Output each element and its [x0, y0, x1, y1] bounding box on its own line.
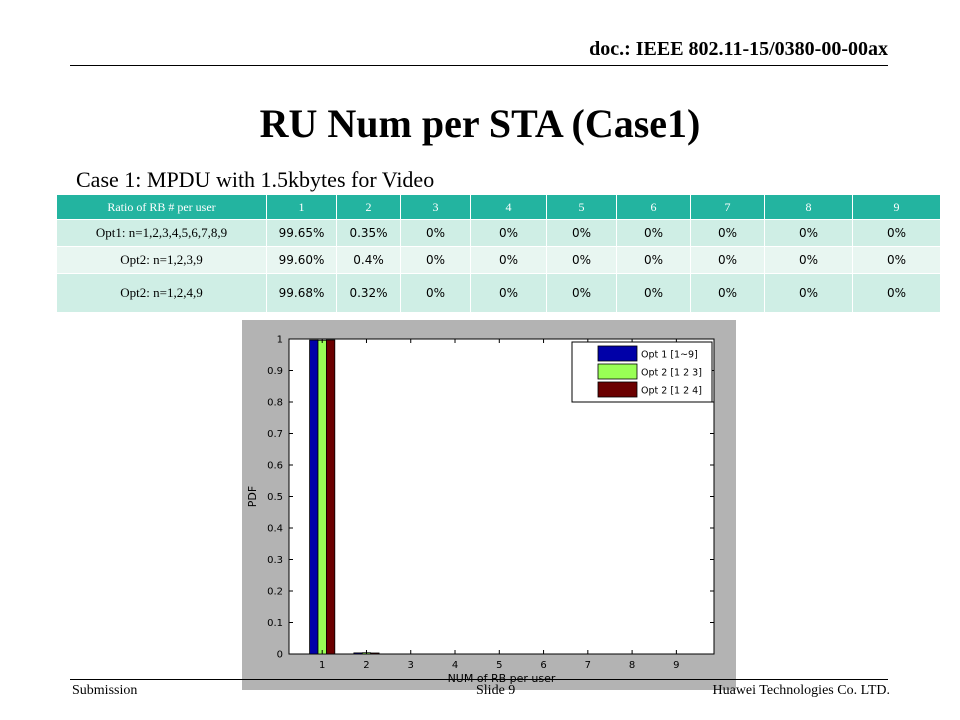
table-header-cell: 8: [764, 194, 853, 220]
bar: [317, 339, 327, 655]
table-cell: 0%: [400, 273, 471, 313]
bar: [353, 652, 363, 655]
bar: [370, 652, 380, 655]
x-tick-label: 1: [319, 660, 325, 671]
table-row-label: Opt2: n=1,2,4,9: [56, 273, 267, 313]
legend-label: Opt 2 [1 2 3]: [641, 368, 702, 379]
table-row: Opt2: n=1,2,4,9 99.68% 0.32% 0% 0% 0% 0%…: [56, 273, 941, 313]
header-divider: [70, 65, 888, 66]
legend-swatch: [597, 345, 638, 362]
y-tick-label: 0.4: [267, 524, 283, 535]
y-tick-label: 0.8: [267, 398, 283, 409]
table-cell: 0%: [546, 273, 617, 313]
table-cell: 0%: [852, 273, 941, 313]
table-cell: 0%: [852, 219, 941, 247]
footer-company: Huawei Technologies Co. LTD.: [712, 683, 891, 698]
table-cell: 0%: [764, 219, 853, 247]
table-header-cell: Ratio of RB # per user: [56, 194, 267, 220]
legend-label: Opt 1 [1~9]: [641, 350, 698, 361]
table-cell: 0.32%: [336, 273, 401, 313]
x-tick-label: 2: [363, 660, 369, 671]
table-row-label: Opt2: n=1,2,3,9: [56, 246, 267, 274]
table-cell: 0%: [616, 219, 691, 247]
table-cell: 99.65%: [266, 219, 337, 247]
x-tick-label: 8: [629, 660, 635, 671]
pdf-bar-chart: 00.10.20.30.40.50.60.70.80.911 2 3 4 5 6 7 8 9NU…: [242, 320, 736, 690]
table-cell: 99.60%: [266, 246, 337, 274]
table-header-row: Ratio of RB # per user 1 2 3 4 5 6 7 8 9: [56, 194, 941, 220]
footer-slide-number: Slide 9: [476, 683, 516, 698]
table-row: Opt1: n=1,2,3,4,5,6,7,8,9 99.65% 0.35% 0…: [56, 219, 941, 247]
table-cell: 0%: [546, 246, 617, 274]
table-cell: 0%: [400, 246, 471, 274]
table-row-label: Opt1: n=1,2,3,4,5,6,7,8,9: [56, 219, 267, 247]
slide-title: RU Num per STA (Case1): [259, 101, 701, 146]
table-cell: 0%: [764, 273, 853, 313]
table-cell: 0%: [690, 246, 765, 274]
x-tick-label: 3: [408, 660, 414, 671]
table-row: Opt2: n=1,2,3,9 99.60% 0.4% 0% 0% 0% 0% …: [56, 246, 941, 274]
table-cell: 0%: [690, 219, 765, 247]
table-cell: 0%: [764, 246, 853, 274]
table-cell: 0.35%: [336, 219, 401, 247]
footer-divider: [70, 679, 888, 680]
x-tick-label: 9: [673, 660, 679, 671]
bar: [309, 339, 319, 655]
bar: [326, 339, 336, 655]
y-tick-label: 0.1: [267, 618, 283, 629]
table-header-cell: 9: [852, 194, 941, 220]
legend-swatch: [597, 381, 638, 398]
legend-swatch: [597, 363, 638, 380]
table-cell: 0%: [616, 246, 691, 274]
x-tick-label: 7: [585, 660, 591, 671]
table-cell: 0%: [400, 219, 471, 247]
y-tick-label: 0.3: [267, 555, 283, 566]
table-header-cell: 5: [546, 194, 617, 220]
doc-id: doc.: IEEE 802.11-15/0380-00-00ax: [589, 38, 888, 60]
table-cell: 0%: [546, 219, 617, 247]
y-axis-label: PDF: [246, 486, 259, 507]
table-cell: 0%: [690, 273, 765, 313]
table-cell: 0%: [470, 273, 547, 313]
y-tick-label: 0.5: [267, 492, 283, 503]
table-header-cell: 7: [690, 194, 765, 220]
footer-submission: Submission: [72, 683, 138, 698]
legend-label: Opt 2 [1 2 4]: [641, 386, 702, 397]
x-tick-label: 4: [452, 660, 458, 671]
table-cell: 0%: [470, 219, 547, 247]
table-cell: 99.68%: [266, 273, 337, 313]
y-tick-label: 0.7: [267, 429, 283, 440]
table-header-cell: 6: [616, 194, 691, 220]
table-header-cell: 3: [400, 194, 471, 220]
x-tick-label: 5: [496, 660, 502, 671]
table-cell: 0%: [470, 246, 547, 274]
y-tick-label: 0.6: [267, 461, 283, 472]
y-tick-label: 0.9: [267, 366, 283, 377]
y-tick-label: 0.2: [267, 587, 283, 598]
table-cell: 0.4%: [336, 246, 401, 274]
x-tick-label: 6: [540, 660, 546, 671]
table-header-cell: 2: [336, 194, 401, 220]
table-cell: 0%: [616, 273, 691, 313]
ratio-table: Ratio of RB # per user 1 2 3 4 5 6 7 8 9…: [56, 194, 941, 313]
y-tick-label: 1: [277, 335, 283, 346]
slide-subtitle: Case 1: MPDU with 1.5kbytes for Video: [76, 167, 435, 192]
table-header-cell: 4: [470, 194, 547, 220]
table-header-cell: 1: [266, 194, 337, 220]
y-tick-label: 0: [277, 650, 283, 661]
table-cell: 0%: [852, 246, 941, 274]
